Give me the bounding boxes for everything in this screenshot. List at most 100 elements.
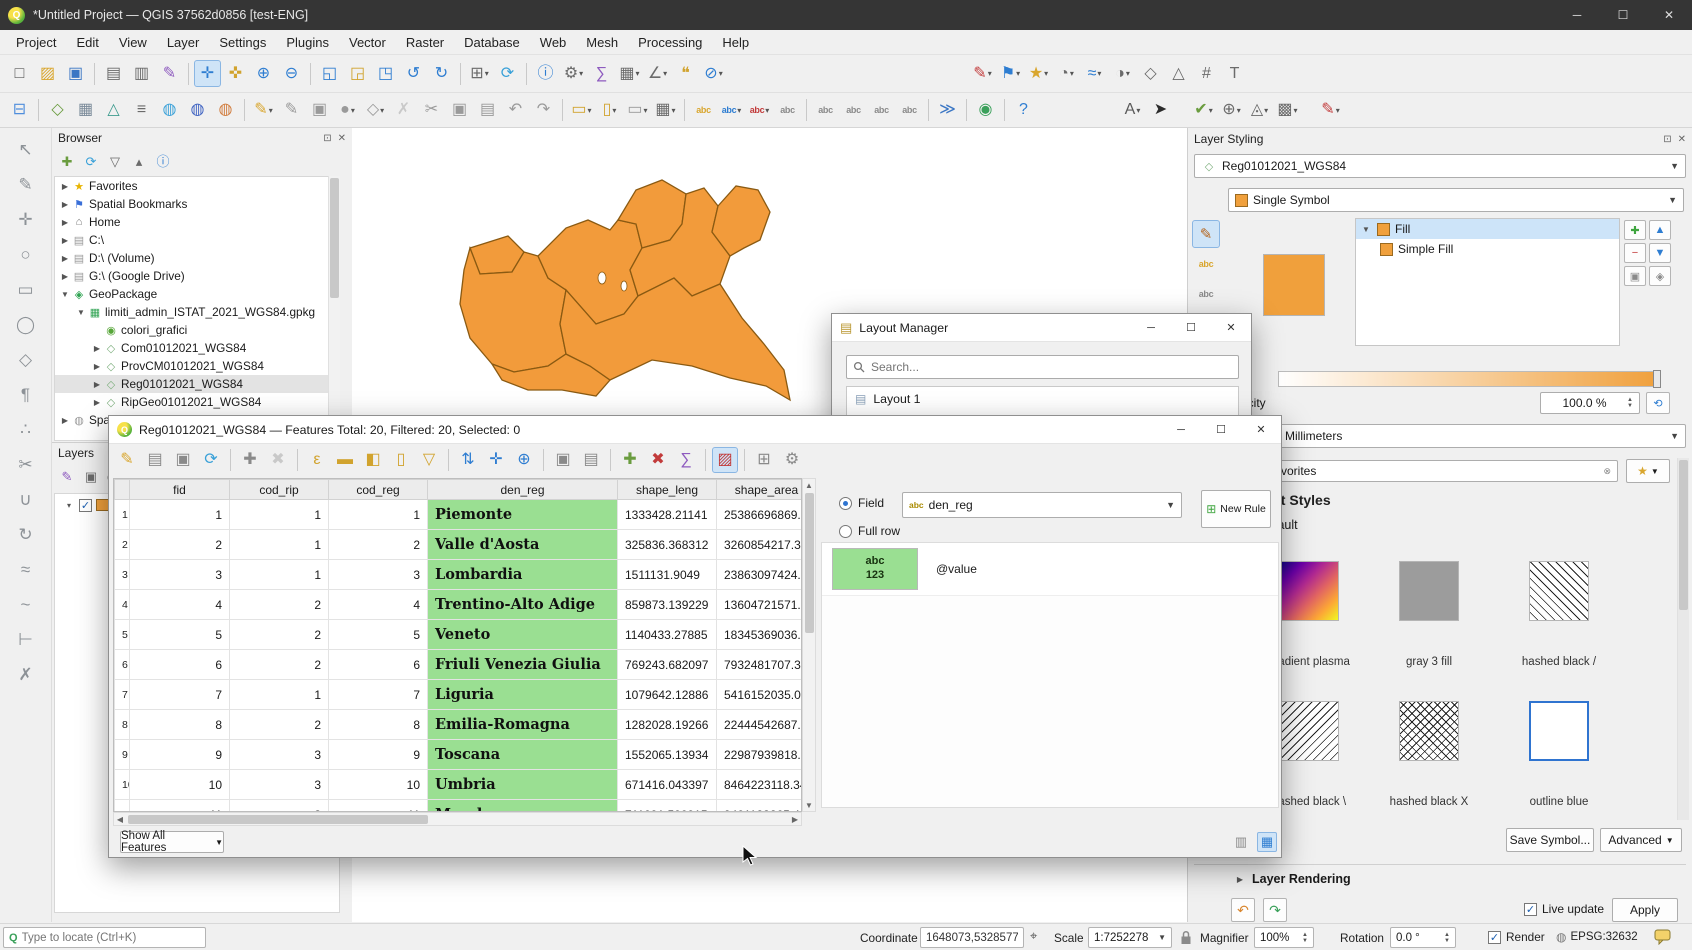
layer-visibility-checkbox[interactable]: ✓: [79, 499, 92, 512]
cell-cod-reg[interactable]: 7: [329, 680, 428, 710]
layout-manager-titlebar[interactable]: ▤ Layout Manager ─ ☐ ✕: [832, 314, 1251, 342]
cut-features[interactable]: ✂: [418, 97, 445, 124]
refresh-browser[interactable]: ⟳: [80, 150, 102, 172]
new-print-layout[interactable]: ▤: [100, 60, 127, 87]
select-by-expression[interactable]: ε: [304, 447, 330, 473]
rotate-label[interactable]: abc: [840, 97, 867, 124]
cell-cod-rip[interactable]: 2: [230, 590, 329, 620]
cell-den-reg[interactable]: Valle d'Aosta: [428, 530, 618, 560]
node-tool[interactable]: ∴: [12, 416, 39, 443]
browser-item-g-google-drive[interactable]: ▶▤G:\ (Google Drive): [55, 267, 339, 285]
ellipse-tool[interactable]: ◯: [12, 311, 39, 338]
open-field-calculator[interactable]: ∑: [673, 447, 699, 473]
zoom-next[interactable]: ↻: [428, 60, 455, 87]
pencil-tool[interactable]: ✎: [12, 171, 39, 198]
row-number-cell[interactable]: 6: [115, 650, 130, 680]
add-symbol-layer-button[interactable]: ✚: [1624, 220, 1646, 240]
table-row[interactable]: 1111311Marche711091.5009159401183265.4: [115, 800, 803, 813]
undo-style-button[interactable]: ↶: [1231, 898, 1255, 922]
cell-cod-rip[interactable]: 1: [230, 680, 329, 710]
menu-vector[interactable]: Vector: [339, 31, 396, 54]
table-view-button[interactable]: ▦: [1257, 832, 1277, 852]
split-features-tool[interactable]: ✂: [12, 451, 39, 478]
browser-item-spatial-bookmarks[interactable]: ▶⚑Spatial Bookmarks: [55, 195, 339, 213]
digitizing-tools[interactable]: ●▾: [334, 97, 361, 124]
cell-fid[interactable]: 2: [130, 530, 230, 560]
menu-database[interactable]: Database: [454, 31, 530, 54]
menu-edit[interactable]: Edit: [66, 31, 108, 54]
cell-cod-reg[interactable]: 8: [329, 710, 428, 740]
pointer-tool[interactable]: ➤: [1147, 97, 1174, 124]
pan-map[interactable]: ✛: [194, 60, 221, 87]
cell-cod-reg[interactable]: 3: [329, 560, 428, 590]
expander-icon[interactable]: ▶: [59, 416, 71, 425]
scale-combo[interactable]: 1:7252278 ▼: [1088, 927, 1172, 948]
elevation-profile[interactable]: ≈▾: [1081, 60, 1108, 87]
style-swatch-gradient-plasma[interactable]: [1279, 561, 1339, 621]
expander-icon[interactable]: ▶: [59, 182, 71, 191]
filter-selection[interactable]: ▽: [416, 447, 442, 473]
add-selected-layers[interactable]: ✚: [56, 150, 78, 172]
layer-diagram-options[interactable]: abc▾: [718, 97, 745, 124]
expander-icon[interactable]: ▶: [91, 344, 103, 353]
open-attribute-table-toolbar[interactable]: ▦▾: [616, 60, 643, 87]
select-features[interactable]: ▭▾: [568, 97, 595, 124]
advanced-button[interactable]: Advanced▼: [1600, 828, 1682, 852]
cell-cod-rip[interactable]: 3: [230, 770, 329, 800]
cell-cod-rip[interactable]: 2: [230, 650, 329, 680]
layout-search-input[interactable]: [871, 360, 1232, 374]
open-project[interactable]: ▨: [34, 60, 61, 87]
properties-info[interactable]: ⓘ: [152, 150, 174, 172]
toggle-editing[interactable]: ✎: [278, 97, 305, 124]
layout-list-item[interactable]: ▤ Layout 1: [847, 387, 1238, 411]
advanced-digitizing[interactable]: △: [1165, 60, 1192, 87]
masks-tab[interactable]: abc: [1192, 280, 1220, 308]
locate-box[interactable]: Q: [3, 927, 206, 948]
column-header-fid[interactable]: fid: [130, 480, 230, 500]
add-postgis-layer[interactable]: ◍: [184, 97, 211, 124]
labels-tab[interactable]: abc: [1192, 250, 1220, 278]
delete-field[interactable]: ✖: [645, 447, 671, 473]
style-manager[interactable]: ✎: [156, 60, 183, 87]
maximize-button[interactable]: ☐: [1600, 0, 1646, 30]
cell-cod-reg[interactable]: 5: [329, 620, 428, 650]
menu-project[interactable]: Project: [6, 31, 66, 54]
statistical-summary[interactable]: ∑: [588, 60, 615, 87]
move-label[interactable]: abc: [812, 97, 839, 124]
cell-den-reg[interactable]: Marche: [428, 800, 618, 813]
new-annotation[interactable]: ✎▾: [969, 60, 996, 87]
add-wms-layer[interactable]: ◍: [212, 97, 239, 124]
cell-den-reg[interactable]: Umbria: [428, 770, 618, 800]
menu-processing[interactable]: Processing: [628, 31, 712, 54]
metasearch[interactable]: ◉: [972, 97, 999, 124]
expander-icon[interactable]: ▼: [1360, 225, 1372, 234]
highlight-pinned-labels[interactable]: abc: [774, 97, 801, 124]
cell-shape-leng[interactable]: 769243.682097: [618, 650, 717, 680]
styling-scrollbar[interactable]: [1677, 458, 1689, 820]
cell-shape-area[interactable]: 22444542687.3: [717, 710, 803, 740]
cell-shape-leng[interactable]: 1333428.21141: [618, 500, 717, 530]
cell-fid[interactable]: 7: [130, 680, 230, 710]
circle-tool[interactable]: ○: [12, 241, 39, 268]
new-project[interactable]: □: [6, 60, 33, 87]
column-header-cod-rip[interactable]: cod_rip: [230, 480, 329, 500]
copy-selected-rows[interactable]: ▣: [550, 447, 576, 473]
copy-features[interactable]: ▣: [446, 97, 473, 124]
field-radio[interactable]: [839, 497, 852, 510]
style-swatch-outline-blue[interactable]: [1529, 701, 1589, 761]
deselect-all-rows[interactable]: ▯: [388, 447, 414, 473]
zoom-last[interactable]: ↺: [400, 60, 427, 87]
check-geometries[interactable]: ✔▾: [1190, 97, 1217, 124]
full-row-radio-row[interactable]: Full row: [839, 524, 900, 538]
table-row[interactable]: 9939Toscana1552065.1393422987939818.78: [115, 740, 803, 770]
move-symbol-layer-down-button[interactable]: ▼: [1649, 243, 1671, 263]
browser-item-d-volume[interactable]: ▶▤D:\ (Volume): [55, 249, 339, 267]
python-console[interactable]: ≫: [934, 97, 961, 124]
table-row[interactable]: 5525Veneto1140433.2788518345369036.8: [115, 620, 803, 650]
symbol-type-select[interactable]: Single Symbol ▼: [1228, 188, 1684, 212]
reshape-tool[interactable]: ~: [12, 591, 39, 618]
browser-item-limiti-admin-istat-2021-wgs84-gpkg[interactable]: ▼▦limiti_admin_ISTAT_2021_WGS84.gpkg: [55, 303, 339, 321]
column-header-shape-area[interactable]: shape_area: [717, 480, 803, 500]
message-log-icon[interactable]: [1654, 929, 1671, 945]
cell-shape-area[interactable]: 25386696869.2: [717, 500, 803, 530]
